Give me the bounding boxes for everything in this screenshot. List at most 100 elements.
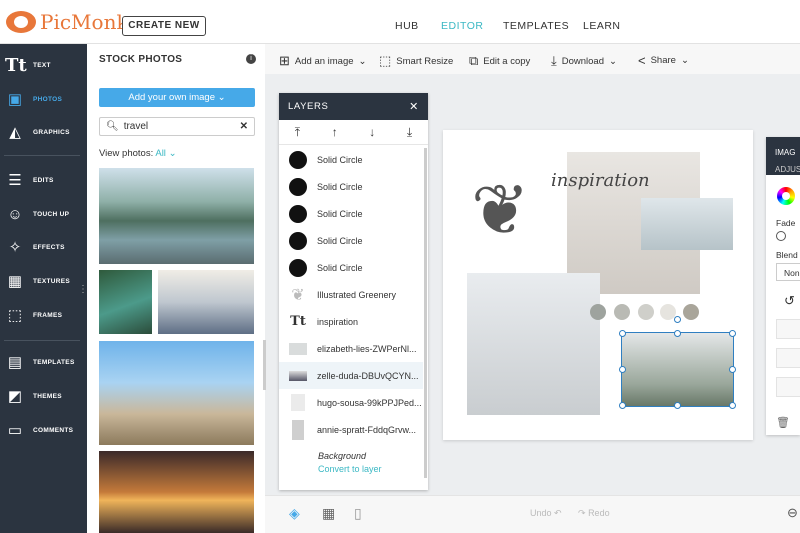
layer-row[interactable]: Solid Circle xyxy=(279,200,423,227)
stock-photo[interactable] xyxy=(99,451,254,533)
layers-icon[interactable]: ◈ xyxy=(289,505,300,522)
solid-circle[interactable] xyxy=(638,304,654,320)
tab-adjust[interactable]: ADJUS xyxy=(775,161,800,175)
sidebar-item-text[interactable]: Tt TEXT xyxy=(0,50,87,80)
sidebar-item-frames[interactable]: ⬚ FRAMES xyxy=(0,300,87,330)
solid-circle[interactable] xyxy=(683,304,699,320)
stock-photo[interactable] xyxy=(99,270,152,334)
leaf-thumbnail: ❦ xyxy=(291,286,305,304)
layer-row[interactable]: elizabeth-lies-ZWPerNl... xyxy=(279,335,423,362)
toolbar: ⊞ Add an image ⌄ ⬚ Smart Resize ⧉ Edit a cop… xyxy=(265,44,800,74)
resize-handle[interactable] xyxy=(619,330,626,337)
chevron-down-icon: ⌄ xyxy=(680,55,689,66)
nav-hub[interactable]: HUB xyxy=(395,20,419,32)
option-field[interactable] xyxy=(776,377,800,397)
layers-panel: LAYERS ✕ ⤒ ↑ ↓ ⤓ Solid Circle Solid Circle S… xyxy=(279,93,428,490)
fade-slider[interactable] xyxy=(776,231,786,241)
stairs-photo[interactable] xyxy=(467,273,600,415)
move-to-top-icon[interactable]: ⤒ xyxy=(295,125,300,140)
info-icon[interactable]: i xyxy=(246,54,256,64)
smart-resize-button[interactable]: ⬚ Smart Resize xyxy=(379,53,453,69)
download-button[interactable]: ⤓ Download ⌄ xyxy=(551,53,617,69)
nav-editor[interactable]: EDITOR xyxy=(441,20,483,32)
solid-circle[interactable] xyxy=(614,304,630,320)
layer-row[interactable]: Solid Circle xyxy=(279,254,423,281)
share-button[interactable]: < Share ⌄ xyxy=(638,53,689,68)
stock-photo[interactable] xyxy=(99,168,254,264)
layer-row[interactable]: ❦ Illustrated Greenery xyxy=(279,281,423,308)
layer-row[interactable]: Tt inspiration xyxy=(279,308,423,335)
move-to-bottom-icon[interactable]: ⤓ xyxy=(407,125,412,140)
zoom-out-icon[interactable]: ⊖ xyxy=(787,505,798,521)
layer-name: Illustrated Greenery xyxy=(317,289,397,300)
clear-icon[interactable]: ✕ xyxy=(240,121,248,132)
reset-icon[interactable]: ↺ xyxy=(784,293,795,309)
selected-plant-photo[interactable] xyxy=(621,332,734,407)
scrollbar[interactable] xyxy=(424,148,427,478)
scrollbar[interactable] xyxy=(263,340,266,390)
nav-learn[interactable]: LEARN xyxy=(583,20,621,32)
label: Undo xyxy=(530,508,552,518)
close-icon[interactable]: ✕ xyxy=(409,100,419,113)
panel-title: STOCK PHOTOS xyxy=(99,54,183,65)
resize-handle[interactable] xyxy=(729,366,736,373)
sidebar-item-themes[interactable]: ◩ THEMES xyxy=(0,381,87,411)
move-up-icon[interactable]: ↑ xyxy=(332,125,338,139)
label: FRAMES xyxy=(33,311,63,319)
resize-handle[interactable] xyxy=(674,330,681,337)
sidebar-item-graphics[interactable]: ◭ GRAPHICS xyxy=(0,117,87,147)
resize-handle[interactable] xyxy=(729,330,736,337)
sidebar-item-templates[interactable]: ▤ TEMPLATES xyxy=(0,347,87,377)
resize-handle[interactable] xyxy=(674,402,681,409)
blend-mode-select[interactable]: Non xyxy=(776,263,800,281)
resize-handle[interactable] xyxy=(619,366,626,373)
sidebar-item-edits[interactable]: ☰ EDITS xyxy=(0,165,87,195)
stock-photo[interactable] xyxy=(158,270,254,334)
water-photo[interactable] xyxy=(641,198,733,250)
label: Edit a copy xyxy=(483,55,531,67)
edit-copy-button[interactable]: ⧉ Edit a copy xyxy=(469,53,530,69)
image-thumbnail xyxy=(289,342,307,355)
sidebar-item-textures[interactable]: ▦ TEXTURES xyxy=(0,266,87,296)
trash-icon[interactable]: 🗑︎ xyxy=(776,416,790,429)
search-input[interactable]: 🔍︎ travel ✕ xyxy=(99,117,255,136)
solid-circle[interactable] xyxy=(590,304,606,320)
create-new-button[interactable]: CREATE NEW xyxy=(122,16,206,36)
layer-name: elizabeth-lies-ZWPerNl... xyxy=(317,343,417,354)
add-own-image-button[interactable]: Add your own image ⌄ xyxy=(99,88,255,107)
sidebar-item-comments[interactable]: ▭ COMMENTS xyxy=(0,415,87,445)
sidebar-item-photos[interactable]: ▣ PHOTOS xyxy=(0,84,87,114)
layer-row[interactable]: hugo-sousa-99kPPJPed... xyxy=(279,389,423,416)
add-image-button[interactable]: ⊞ Add an image ⌄ xyxy=(279,53,367,69)
layer-row[interactable]: Solid Circle xyxy=(279,173,423,200)
layer-row[interactable]: annie-spratt-FddqGrvw... xyxy=(279,416,423,443)
layout-icon[interactable]: ▦ xyxy=(322,505,335,522)
option-field[interactable] xyxy=(776,348,800,368)
resize-handle[interactable] xyxy=(729,402,736,409)
bottom-bar: ◈ ▦ ▯ Undo ↶ ↷ Redo ⊖ xyxy=(265,495,800,533)
view-photos-filter[interactable]: View photos: All ⌄ xyxy=(99,148,177,159)
resize-icon: ⬚ xyxy=(379,53,392,68)
label: PHOTOS xyxy=(33,95,63,103)
layer-row[interactable]: Solid Circle xyxy=(279,227,423,254)
layer-row-selected[interactable]: zelle-duda-DBUvQCYN... xyxy=(279,362,423,389)
color-wheel-icon[interactable] xyxy=(777,187,795,205)
align-icon[interactable]: ▯ xyxy=(354,505,362,522)
inspiration-text[interactable]: inspiration xyxy=(551,170,650,191)
sidebar-item-touch-up[interactable]: ☺ TOUCH UP xyxy=(0,199,87,229)
move-down-icon[interactable]: ↓ xyxy=(369,125,375,139)
layer-name: hugo-sousa-99kPPJPed... xyxy=(317,397,422,408)
rotate-handle[interactable] xyxy=(674,316,681,323)
layer-row[interactable]: Solid Circle xyxy=(279,146,423,173)
stock-photo[interactable] xyxy=(99,341,254,445)
redo-button[interactable]: ↷ Redo xyxy=(578,508,610,519)
nav-templates[interactable]: TEMPLATES xyxy=(503,20,569,32)
option-field[interactable] xyxy=(776,319,800,339)
sidebar-item-effects[interactable]: ✧ EFFECTS xyxy=(0,232,87,262)
greenery-illustration[interactable]: ❦ xyxy=(471,175,530,245)
chevron-down-icon: ⌄ xyxy=(609,55,617,67)
design-canvas[interactable]: ❦ inspiration xyxy=(443,130,753,440)
convert-to-layer-link[interactable]: Convert to layer xyxy=(318,464,382,474)
resize-handle[interactable] xyxy=(619,402,626,409)
undo-button[interactable]: Undo ↶ xyxy=(530,508,562,519)
